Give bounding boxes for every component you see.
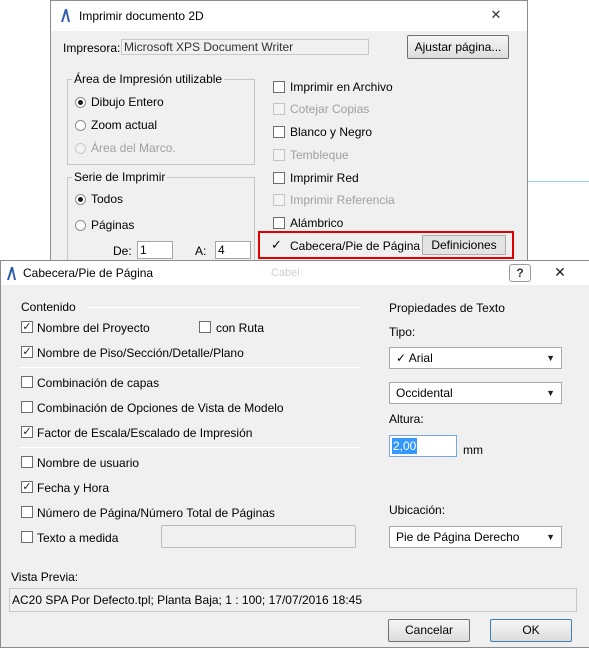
custom-text-checkbox[interactable] [21, 531, 33, 543]
model-view-label: Combinación de Opciones de Vista de Mode… [37, 401, 284, 415]
archicad-logo-icon [60, 8, 71, 26]
height-input[interactable]: 2,00 [389, 435, 457, 457]
chevron-down-icon: ▼ [546, 532, 555, 542]
page-number-checkbox[interactable] [21, 506, 33, 518]
model-view-checkbox[interactable] [21, 401, 33, 413]
hf-dialog-title: Cabecera/Pie de Página [23, 266, 154, 280]
chevron-down-icon: ▼ [546, 388, 555, 398]
radio-all-pages[interactable] [75, 194, 86, 205]
text-props-title: Propiedades de Texto [389, 301, 505, 315]
height-input-value: 2,00 [392, 438, 418, 454]
user-name-checkbox[interactable] [21, 456, 33, 468]
collate-copies-label: Cotejar Copias [290, 102, 370, 116]
radio-current-zoom[interactable] [75, 120, 86, 131]
print-network-checkbox[interactable] [273, 172, 285, 184]
to-label: A: [195, 244, 207, 258]
header-footer-checkmark[interactable]: ✓ [271, 237, 282, 253]
hf-titlebar: Cabecera/Pie de Página Cabel ? ✕ [1, 261, 589, 285]
radio-page-range-label: Páginas [91, 218, 135, 232]
radio-full-drawing-label: Dibujo Entero [91, 95, 164, 109]
height-unit: mm [463, 443, 483, 457]
print-window-title: Imprimir documento 2D [79, 9, 204, 23]
definitions-button[interactable]: Definiciones [422, 235, 506, 255]
wireframe-checkbox[interactable] [273, 217, 285, 229]
header-footer-dialog: Cabecera/Pie de Página Cabel ? ✕ Conteni… [0, 260, 589, 648]
from-page-input[interactable]: 1 [137, 241, 173, 259]
with-path-checkbox[interactable] [199, 321, 211, 333]
chevron-down-icon: ▼ [546, 353, 555, 363]
print-reference-label: Imprimir Referencia [290, 193, 395, 207]
ok-button[interactable]: OK [490, 619, 572, 642]
with-path-label: con Ruta [216, 321, 265, 335]
radio-page-range[interactable] [75, 220, 86, 231]
layer-combination-checkbox[interactable] [21, 376, 33, 388]
jitter-checkbox [273, 149, 285, 161]
script-select-value: Occidental [396, 386, 453, 400]
header-footer-label: Cabecera/Pie de Página [290, 239, 421, 253]
from-label: De: [113, 244, 132, 258]
print-reference-checkbox [273, 194, 285, 206]
radio-full-drawing[interactable] [75, 97, 86, 108]
scale-checkbox[interactable]: ✓ [21, 426, 33, 438]
black-white-checkbox[interactable] [273, 126, 285, 138]
custom-text-input [161, 525, 356, 548]
preview-field: AC20 SPA Por Defecto.tpl; Planta Baja; 1… [9, 588, 577, 612]
print-to-file-checkbox[interactable] [273, 81, 285, 93]
font-select-value: Arial [408, 351, 433, 365]
location-label: Ubicación: [389, 503, 446, 517]
print-window-titlebar: Imprimir documento 2D ✕ [51, 1, 527, 31]
radio-frame-area-label: Área del Marco. [91, 141, 176, 155]
print-to-file-label: Imprimir en Archivo [290, 80, 393, 94]
close-icon[interactable]: ✕ [475, 5, 517, 25]
archicad-logo-icon [6, 266, 17, 284]
separator [19, 367, 361, 368]
location-select-value: Pie de Página Derecho [396, 530, 520, 544]
date-time-checkbox[interactable]: ✓ [21, 481, 33, 493]
content-title: Contenido [21, 300, 76, 314]
print-area-title: Área de Impresión utilizable [72, 72, 225, 86]
preview-label: Vista Previa: [11, 570, 79, 584]
wireframe-label: Alámbrico [290, 216, 344, 230]
floor-name-label: Nombre de Piso/Sección/Detalle/Plano [37, 346, 244, 360]
font-type-label: Tipo: [389, 325, 416, 339]
jitter-label: Tembleque [290, 148, 349, 162]
background-divider [528, 181, 589, 182]
page-number-label: Número de Página/Número Total de Páginas [37, 506, 275, 520]
custom-text-label: Texto a medida [37, 531, 119, 545]
printer-label: Impresora: [63, 41, 121, 55]
print-range-title: Serie de Imprimir [72, 170, 168, 184]
print-network-label: Imprimir Red [290, 171, 359, 185]
project-name-checkbox[interactable]: ✓ [21, 321, 33, 333]
printer-field: Microsoft XPS Document Writer [121, 39, 369, 55]
scale-label: Factor de Escala/Escalado de Impresión [37, 426, 253, 440]
floor-name-checkbox[interactable]: ✓ [21, 346, 33, 358]
radio-all-pages-label: Todos [91, 192, 124, 206]
close-icon[interactable]: ✕ [537, 262, 583, 282]
cancel-button[interactable]: Cancelar [388, 619, 470, 642]
ghost-text: Cabel [271, 267, 300, 279]
print-window-body: Impresora: Microsoft XPS Document Writer… [51, 31, 527, 277]
help-button[interactable]: ? [509, 264, 531, 282]
date-time-label: Fecha y Hora [37, 481, 110, 495]
print-document-window: Imprimir documento 2D ✕ Impresora: Micro… [50, 0, 528, 277]
radio-current-zoom-label: Zoom actual [91, 118, 158, 132]
script-select[interactable]: Occidental ▼ [389, 382, 562, 404]
radio-frame-area [75, 143, 86, 154]
project-name-label: Nombre del Proyecto [37, 321, 150, 335]
location-select[interactable]: Pie de Página Derecho ▼ [389, 526, 562, 548]
black-white-label: Blanco y Negro [290, 125, 373, 139]
separator [19, 447, 361, 448]
adjust-page-button[interactable]: Ajustar página... [407, 35, 509, 59]
content-separator [87, 307, 361, 308]
layer-combination-label: Combinación de capas [37, 376, 160, 390]
font-check-icon: ✓ [396, 351, 407, 365]
user-name-label: Nombre de usuario [37, 456, 140, 470]
collate-copies-checkbox [273, 103, 285, 115]
to-page-input[interactable]: 4 [215, 241, 251, 259]
height-label: Altura: [389, 412, 424, 426]
font-select[interactable]: ✓ Arial ▼ [389, 347, 562, 369]
